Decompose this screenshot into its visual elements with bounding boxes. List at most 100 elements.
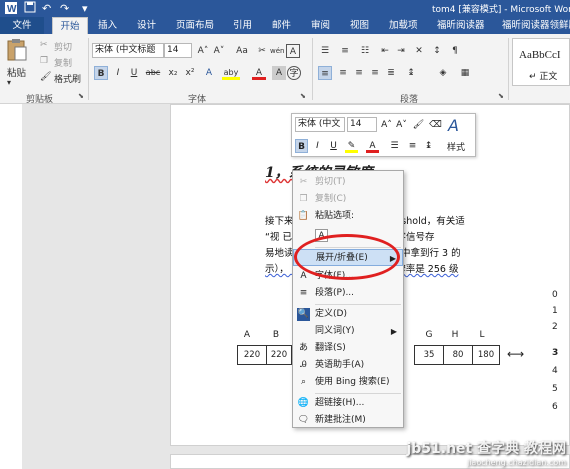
borders-icon[interactable]: ▦	[458, 66, 472, 80]
text-effects-button[interactable]: A	[202, 66, 216, 80]
bullets-icon[interactable]: ☰	[318, 44, 332, 58]
increase-indent-icon[interactable]: ⇥	[394, 44, 408, 58]
tab-page-layout[interactable]: 页面布局	[176, 17, 214, 34]
menu-item-paragraph[interactable]: ≡ 段落(P)...	[293, 285, 403, 302]
change-case-button[interactable]: Aa	[233, 44, 251, 58]
highlight-button[interactable]: aby	[222, 66, 240, 80]
copy-button[interactable]: 复制	[54, 56, 72, 69]
mini-highlight-icon[interactable]: ✎	[345, 139, 358, 153]
strikethrough-button[interactable]: abc	[144, 66, 162, 80]
menu-item-cut[interactable]: ✂ 剪切(T)	[293, 174, 403, 191]
align-center-icon[interactable]: ≡	[336, 66, 350, 80]
menu-item-english-assistant[interactable]: Ꭿ 英语助手(A)	[293, 357, 403, 374]
hyperlink-icon: 🌐	[297, 398, 310, 408]
grow-font-button[interactable]: A˄	[196, 44, 210, 58]
context-menu: ✂ 剪切(T) ❐ 复制(C) 📋 粘贴选项: A 展开/折叠(E) ▶ A 字…	[292, 170, 404, 428]
mini-font-color-icon[interactable]: A	[366, 139, 379, 153]
mini-font-name-box[interactable]: 宋体 (中文	[295, 117, 345, 132]
copy-icon: ❐	[299, 194, 308, 204]
char-border-button[interactable]: A	[286, 44, 300, 58]
mini-eraser-icon[interactable]: ⌫	[429, 118, 442, 132]
bold-button[interactable]: B	[94, 66, 108, 80]
font-color-button[interactable]: A	[252, 66, 266, 80]
mini-styles-button[interactable]: 样式	[447, 140, 465, 153]
mini-italic-button[interactable]: I	[311, 139, 324, 153]
enclose-char-button[interactable]: 字	[287, 66, 301, 80]
chinese-layout-icon[interactable]: ✕	[412, 44, 426, 58]
tab-addins[interactable]: 加载项	[389, 17, 418, 34]
tab-design[interactable]: 设计	[137, 17, 156, 34]
menu-item-new-comment[interactable]: 🗨 新建批注(M)	[293, 412, 403, 429]
column-label: B	[272, 330, 280, 340]
phonetic-guide-button[interactable]: wén	[270, 44, 284, 58]
char-shading-button[interactable]: A	[272, 66, 286, 80]
mini-bold-button[interactable]: B	[295, 139, 308, 153]
paste-dropdown-icon[interactable]: ▾	[7, 78, 11, 87]
tab-home[interactable]: 开始	[52, 17, 88, 34]
mini-numbering-icon[interactable]: ≡	[406, 139, 419, 153]
distributed-icon[interactable]: ≣	[384, 66, 398, 80]
watermark: jb51.net 查字典 教程网 jiaocheng.chazidian.com	[406, 438, 566, 467]
mini-styles-icon[interactable]: A	[448, 116, 459, 135]
row-number: 6	[552, 402, 558, 412]
customize-icon[interactable]: ▾	[82, 1, 88, 16]
tab-insert[interactable]: 插入	[98, 17, 117, 34]
tab-foxit-reader-preview[interactable]: 福昕阅读器领鲜版	[502, 17, 570, 34]
shrink-font-button[interactable]: A˅	[212, 44, 226, 58]
table-cell: 180	[472, 345, 500, 365]
paste-button[interactable]: 粘贴	[7, 65, 26, 79]
tab-mailings[interactable]: 邮件	[272, 17, 291, 34]
show-marks-icon[interactable]: ¶	[448, 44, 462, 58]
paste-icon[interactable]	[6, 38, 28, 65]
font-name-box[interactable]: 宋体 (中文标题	[92, 43, 164, 58]
font-launcher-icon[interactable]: ⬊	[300, 92, 306, 100]
save-icon[interactable]	[24, 1, 36, 17]
menu-item-copy[interactable]: ❐ 复制(C)	[293, 191, 403, 208]
english-assistant-icon: Ꭿ	[300, 360, 307, 370]
font-size-box[interactable]: 14	[164, 43, 192, 58]
mini-font-size-box[interactable]: 14	[347, 117, 377, 132]
mini-line-spacing-icon[interactable]: ↨	[422, 139, 435, 153]
mini-underline-button[interactable]: U	[327, 139, 340, 153]
tab-view[interactable]: 视图	[350, 17, 369, 34]
clipboard-launcher-icon[interactable]: ⬊	[78, 92, 84, 100]
underline-button[interactable]: U	[127, 66, 141, 80]
tab-foxit-reader[interactable]: 福昕阅读器	[437, 17, 485, 34]
italic-button[interactable]: I	[111, 66, 125, 80]
menu-item-synonyms[interactable]: 同义词(Y) ▶	[293, 323, 403, 340]
paragraph-launcher-icon[interactable]: ⬊	[498, 92, 504, 100]
cut-icon[interactable]: ✂	[40, 40, 48, 50]
shading-icon[interactable]: ◈	[436, 66, 450, 80]
sort-icon[interactable]: ↕	[430, 44, 444, 58]
align-right-icon[interactable]: ≡	[352, 66, 366, 80]
mini-grow-font-button[interactable]: A˄	[380, 118, 393, 132]
align-left-icon[interactable]: ≡	[318, 66, 332, 80]
format-painter-button[interactable]: 格式刷	[54, 72, 81, 85]
multilevel-list-icon[interactable]: ☷	[358, 44, 372, 58]
clear-format-button[interactable]: ✂	[255, 44, 269, 58]
menu-item-bing-search[interactable]: ⌕ 使用 Bing 搜索(E)	[293, 374, 403, 391]
tab-references[interactable]: 引用	[233, 17, 252, 34]
menu-item-hyperlink[interactable]: 🌐 超链接(H)...	[293, 395, 403, 412]
tab-file[interactable]: 文件	[0, 17, 44, 34]
mini-format-painter-icon[interactable]: 🖌	[412, 118, 425, 132]
superscript-button[interactable]: x²	[183, 66, 197, 80]
menu-item-define[interactable]: 🔍 定义(D)	[293, 306, 403, 323]
redo-icon[interactable]: ↷	[60, 1, 69, 16]
numbering-icon[interactable]: ≡	[338, 44, 352, 58]
mini-shrink-font-button[interactable]: A˅	[395, 118, 408, 132]
copy-icon[interactable]: ❐	[40, 56, 48, 66]
menu-item-translate[interactable]: あ 翻译(S)	[293, 340, 403, 357]
line-spacing-icon[interactable]: ↨	[404, 66, 418, 80]
tab-review[interactable]: 审阅	[311, 17, 330, 34]
style-gallery-normal[interactable]: AaBbCcI ↵ 正文	[512, 38, 570, 86]
decrease-indent-icon[interactable]: ⇤	[378, 44, 392, 58]
cut-button[interactable]: 剪切	[54, 40, 72, 53]
subscript-button[interactable]: x₂	[166, 66, 180, 80]
undo-icon[interactable]: ↶	[42, 1, 51, 16]
watermark-sub: jiaocheng.chazidian.com	[466, 458, 566, 467]
format-painter-icon[interactable]: 🖌	[40, 72, 51, 82]
justify-icon[interactable]: ≡	[368, 66, 382, 80]
cut-icon: ✂	[299, 177, 308, 187]
mini-bullets-icon[interactable]: ☰	[388, 139, 401, 153]
